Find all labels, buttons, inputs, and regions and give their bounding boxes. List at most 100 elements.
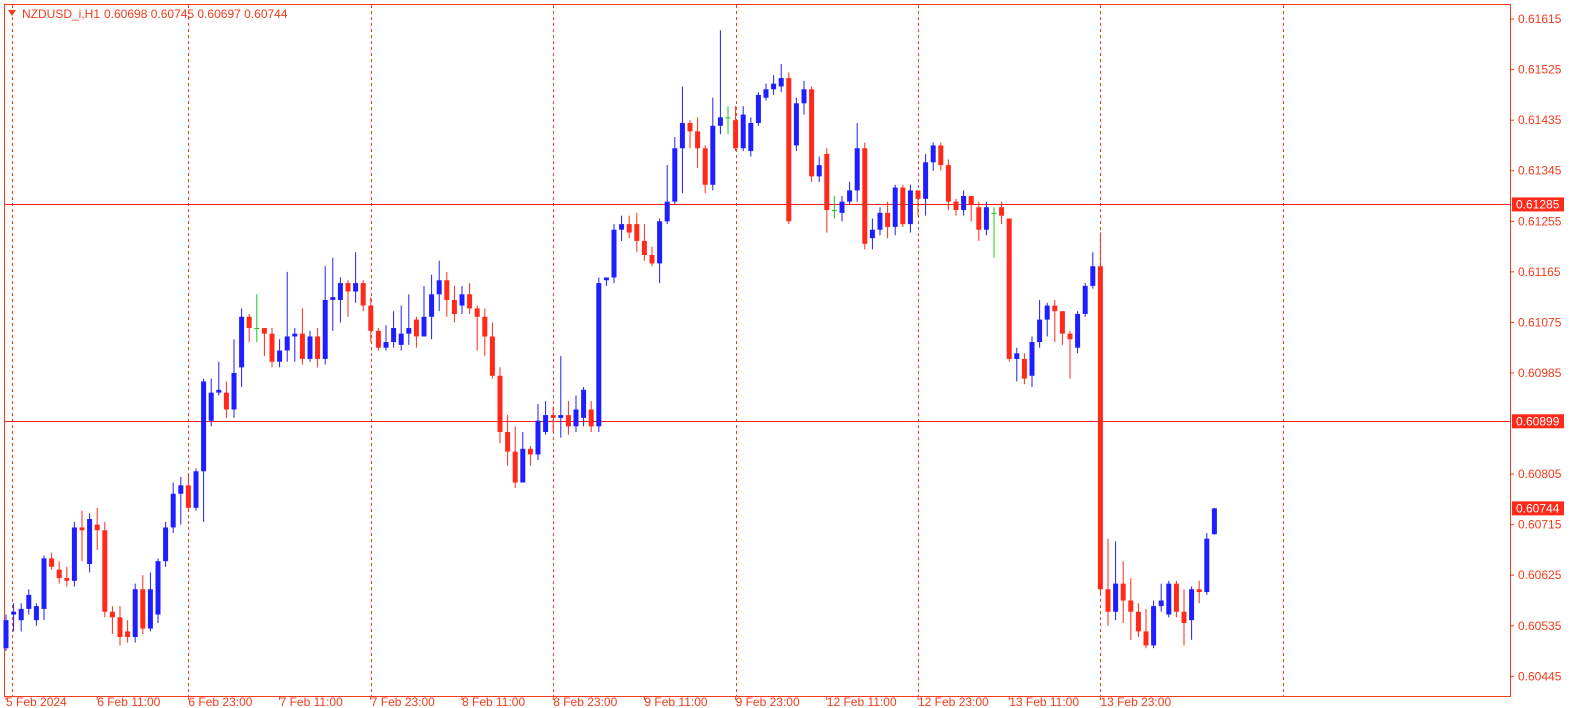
day-separators [12, 5, 1284, 696]
candle-body [679, 122, 685, 149]
candle-body [543, 415, 549, 432]
candle-body [239, 316, 245, 368]
candle-body [1105, 589, 1111, 612]
candle-body [930, 145, 936, 163]
price-tick-label: 0.61615 [1518, 12, 1562, 26]
candle-body [565, 415, 571, 427]
candle-body [748, 122, 754, 152]
time-tick-label: 12 Feb 11:00 [827, 695, 897, 708]
candle-body [178, 485, 184, 494]
candle-body [695, 131, 701, 149]
candle-body [482, 316, 488, 337]
candle-body [132, 589, 138, 638]
candle-body [33, 606, 39, 621]
candle-body [1181, 611, 1187, 623]
time-tick-label: 9 Feb 23:00 [736, 695, 800, 708]
candle-body [1128, 600, 1134, 612]
candle-body [991, 212, 997, 214]
candle-body [885, 212, 891, 227]
candle-body [1166, 583, 1172, 615]
candle-series [3, 30, 1217, 652]
candle-body [413, 319, 419, 337]
candle-body [489, 336, 495, 376]
candle-body [573, 409, 579, 427]
candle-body [968, 196, 974, 205]
candle-body [588, 409, 594, 427]
candle-body [429, 294, 435, 317]
time-tick-label: 9 Feb 11:00 [644, 695, 707, 708]
candle-body [657, 221, 663, 264]
horizontal-levels [5, 204, 1510, 422]
candle-body [687, 122, 693, 132]
candle-body [307, 336, 313, 359]
candle-body [193, 471, 199, 508]
candle-body [702, 148, 708, 185]
price-tick-label: 0.60445 [1518, 669, 1562, 683]
candle-body [375, 330, 381, 348]
candle-body [49, 558, 55, 567]
candle-body [649, 254, 655, 264]
price-tick-label: 0.61435 [1518, 113, 1562, 127]
candle-body [216, 389, 222, 393]
candle-body [778, 78, 784, 87]
candle-body [353, 283, 359, 292]
symbol-label: NZDUSD_i,H1 [22, 7, 100, 21]
candle-body [421, 316, 427, 337]
time-tick-label: 7 Feb 23:00 [371, 695, 435, 708]
candle-body [87, 519, 93, 564]
candle-body [664, 201, 670, 222]
candle-body [1143, 631, 1149, 646]
candle-body [18, 608, 24, 621]
candle-body [109, 611, 115, 618]
candle-body [474, 308, 480, 317]
candle-body [1075, 313, 1081, 348]
candle-body [1151, 606, 1157, 646]
price-tag-label: 0.60744 [1516, 501, 1560, 515]
candle-body [398, 333, 404, 345]
candle-body [717, 117, 723, 126]
price-tick-label: 0.60985 [1518, 366, 1562, 380]
collapse-triangle-icon[interactable] [8, 10, 16, 16]
candle-body [725, 117, 731, 119]
candle-body [315, 336, 321, 359]
candlestick-chart[interactable]: 0.61615 0.61525 0.61435 0.61345 0.61255 0.611… [0, 0, 1586, 708]
time-tick-label: 6 Feb 11:00 [97, 695, 160, 708]
candle-body [923, 162, 929, 199]
candle-body [550, 415, 556, 418]
candle-body [634, 224, 640, 241]
time-tick-label: 7 Feb 11:00 [280, 695, 343, 708]
candle-body [208, 392, 214, 421]
candle-body [3, 620, 9, 649]
candle-body [581, 389, 587, 418]
candle-body [185, 485, 191, 508]
candle-body [938, 145, 944, 166]
candle-body [261, 328, 267, 334]
candle-body [406, 328, 412, 334]
candle-body [801, 89, 807, 104]
candle-body [1037, 319, 1043, 343]
candle-body [1196, 589, 1202, 593]
candle-body [147, 589, 153, 629]
candle-body [1014, 353, 1020, 359]
candle-body [246, 316, 252, 329]
candle-body [1158, 600, 1164, 607]
candle-body [953, 201, 959, 211]
candle-body [41, 558, 47, 609]
candle-body [763, 89, 769, 98]
candle-body [201, 381, 207, 472]
candle-body [360, 283, 366, 306]
price-tick-label: 0.61345 [1518, 164, 1562, 178]
candle-body [459, 294, 465, 306]
candle-body [330, 297, 336, 300]
candle-body [345, 283, 351, 292]
candle-body [337, 283, 343, 300]
candle-body [877, 212, 883, 230]
candle-body [809, 89, 815, 177]
candle-body [11, 611, 17, 615]
candle-body [444, 280, 450, 300]
candle-body [611, 229, 617, 278]
candle-body [467, 294, 473, 309]
candle-body [1211, 508, 1217, 535]
candle-body [223, 392, 229, 410]
candle-body [854, 148, 860, 191]
